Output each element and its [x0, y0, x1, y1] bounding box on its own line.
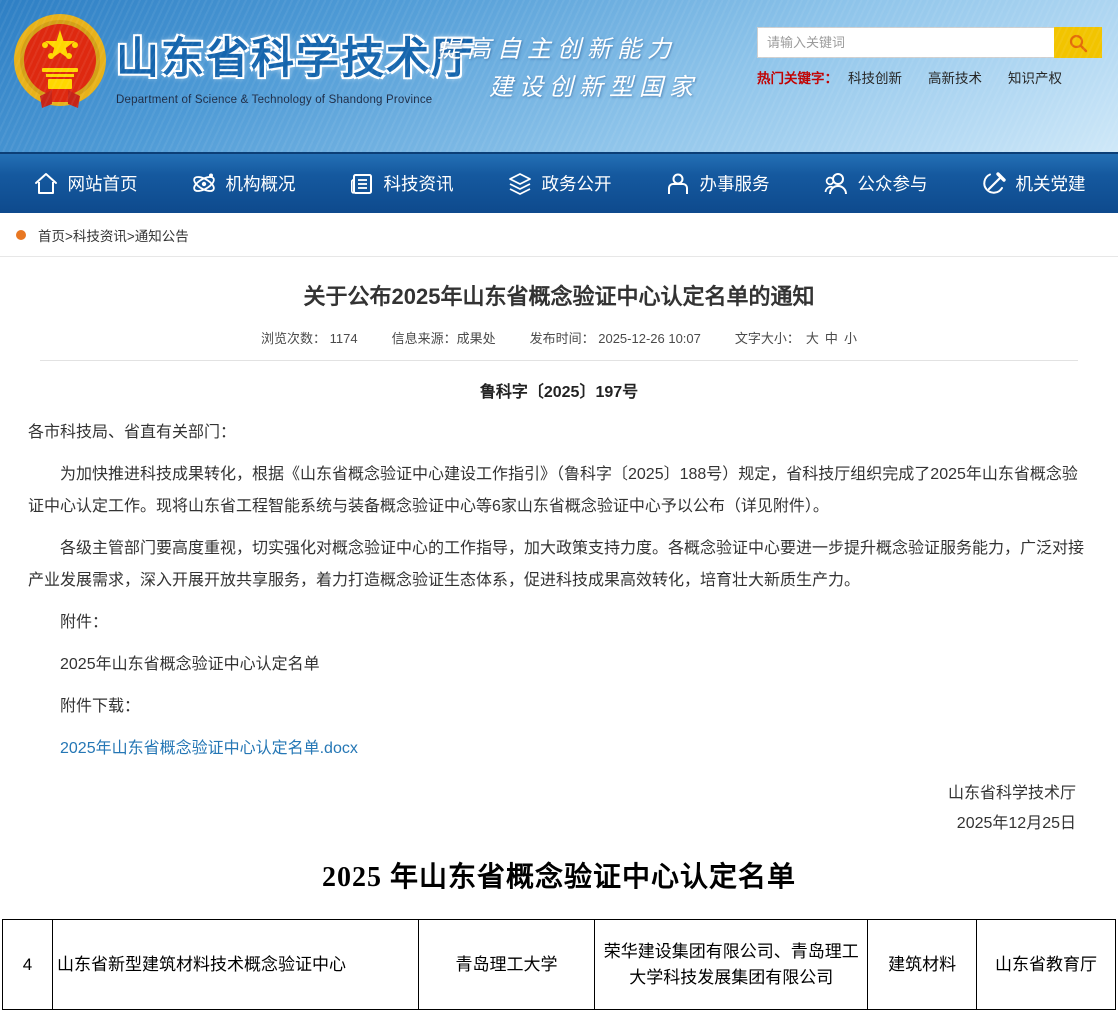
party-icon [981, 171, 1007, 197]
fontsize-large-button[interactable]: 大 [806, 331, 819, 346]
document-number: 鲁科字〔2025〕197号 [28, 378, 1090, 402]
article: 关于公布2025年山东省概念验证中心认定名单的通知 浏览次数： 1174 信息来… [0, 257, 1118, 839]
site-header: 山东省科学技术厅 Department of Science & Technol… [0, 0, 1118, 152]
hot-keyword-link-1[interactable]: 科技创新 [848, 67, 902, 87]
attachment-download-link[interactable]: 2025年山东省概念验证中心认定名单.docx [60, 740, 358, 757]
paragraph-1: 为加快推进科技成果转化，根据《山东省概念验证中心建设工作指引》（鲁科字〔2025… [28, 459, 1090, 523]
signature-block: 山东省科学技术厅 2025年12月25日 [28, 779, 1090, 839]
attachment-name: 2025年山东省概念验证中心认定名单 [28, 649, 1090, 681]
certification-list-table: 4 山东省新型建筑材料技术概念验证中心 青岛理工大学 荣华建设集团有限公司、青岛… [2, 919, 1116, 1010]
table-row: 4 山东省新型建筑材料技术概念验证中心 青岛理工大学 荣华建设集团有限公司、青岛… [3, 920, 1116, 1010]
download-label: 附件下载： [28, 691, 1090, 723]
search-input[interactable] [757, 27, 1054, 58]
breadcrumb[interactable]: 首页>科技资讯>通知公告 [38, 225, 189, 245]
cell-competent-dept: 山东省教育厅 [977, 920, 1116, 1010]
home-icon [33, 171, 59, 197]
meta-divider [40, 360, 1078, 361]
atom-icon [191, 171, 217, 197]
nav-item-home[interactable]: 网站首页 [33, 171, 138, 197]
breadcrumb-dot-icon [16, 230, 26, 240]
nav-item-gov-info[interactable]: 政务公开 [507, 171, 612, 197]
people-icon [823, 171, 849, 197]
nav-label: 政务公开 [542, 171, 612, 196]
slogan-line1: 提高自主创新能力 [437, 30, 699, 68]
info-source: 信息来源：成果处 [392, 328, 496, 347]
publish-time: 发布时间： 2025-12-26 10:07 [530, 328, 701, 347]
nav-item-participation[interactable]: 公众参与 [823, 171, 928, 197]
fontsize-control: 文字大小： 大中小 [735, 328, 857, 347]
breadcrumb-bar: 首页>科技资讯>通知公告 [0, 213, 1118, 257]
salutation: 各市科技局、省直有关部门： [28, 417, 1090, 449]
cell-partner-orgs: 荣华建设集团有限公司、青岛理工大学科技发展集团有限公司 [595, 920, 868, 1010]
cell-center-name: 山东省新型建筑材料技术概念验证中心 [52, 920, 418, 1010]
cell-lead-org: 青岛理工大学 [418, 920, 595, 1010]
search-button[interactable] [1054, 27, 1102, 58]
site-slogan: 提高自主创新能力 建设创新型国家 [437, 30, 699, 106]
fontsize-label: 文字大小： [735, 331, 800, 346]
paragraph-2: 各级主管部门要高度重视，切实强化对概念验证中心的工作指导，加大政策支持力度。各概… [28, 533, 1090, 597]
fontsize-small-button[interactable]: 小 [844, 331, 857, 346]
search-area: 热门关键字： 科技创新 高新技术 知识产权 [757, 27, 1102, 87]
nav-item-party[interactable]: 机关党建 [981, 171, 1086, 197]
slogan-line2: 建设创新型国家 [489, 68, 699, 106]
main-nav: 网站首页 机构概况 科技资讯 政务公开 办事 [0, 152, 1118, 213]
page-title: 关于公布2025年山东省概念验证中心认定名单的通知 [28, 257, 1090, 311]
national-emblem-logo [12, 12, 108, 112]
nav-label: 机关党建 [1016, 171, 1086, 196]
nav-label: 网站首页 [68, 171, 138, 196]
hot-keywords: 热门关键字： 科技创新 高新技术 知识产权 [757, 67, 1102, 87]
nav-item-about[interactable]: 机构概况 [191, 171, 296, 197]
news-icon [349, 171, 375, 197]
layers-icon [507, 171, 533, 197]
hot-keywords-label: 热门关键字： [757, 67, 838, 87]
signature-org: 山东省科学技术厅 [28, 779, 1076, 809]
nav-item-services[interactable]: 办事服务 [665, 171, 770, 197]
nav-item-news[interactable]: 科技资讯 [349, 171, 454, 197]
cell-index: 4 [3, 920, 53, 1010]
hot-keyword-link-3[interactable]: 知识产权 [1008, 67, 1062, 87]
nav-label: 办事服务 [700, 171, 770, 196]
nav-label: 公众参与 [858, 171, 928, 196]
signature-date: 2025年12月25日 [28, 809, 1076, 839]
table-heading: 2025 年山东省概念验证中心认定名单 [0, 855, 1118, 895]
site-subtitle: Department of Science & Technology of Sh… [116, 94, 476, 106]
user-icon [665, 171, 691, 197]
views-count: 浏览次数： 1174 [261, 328, 358, 347]
hot-keyword-link-2[interactable]: 高新技术 [928, 67, 982, 87]
article-meta: 浏览次数： 1174 信息来源：成果处 发布时间： 2025-12-26 10:… [28, 328, 1090, 347]
fontsize-medium-button[interactable]: 中 [825, 331, 838, 346]
nav-label: 科技资讯 [384, 171, 454, 196]
site-title: 山东省科学技术厅 [116, 24, 476, 86]
attachment-label: 附件： [28, 607, 1090, 639]
search-icon [1068, 33, 1088, 53]
site-brand: 山东省科学技术厅 Department of Science & Technol… [116, 24, 476, 106]
nav-label: 机构概况 [226, 171, 296, 196]
cell-field: 建筑材料 [868, 920, 977, 1010]
